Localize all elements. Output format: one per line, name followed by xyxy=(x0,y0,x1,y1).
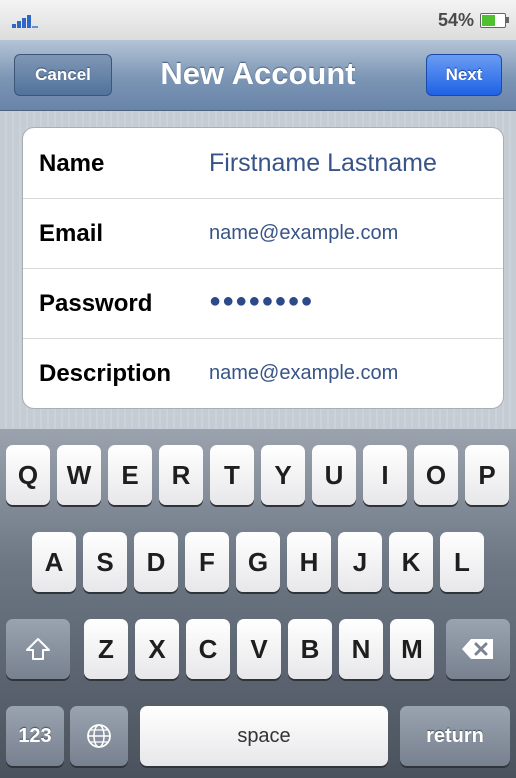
name-row[interactable]: Name Firstname Lastname xyxy=(23,128,503,199)
password-field[interactable]: ●●●●●●●● xyxy=(209,290,314,313)
key-o[interactable]: O xyxy=(414,445,458,505)
key-a[interactable]: A xyxy=(32,532,76,592)
key-h[interactable]: H xyxy=(287,532,331,592)
space-key[interactable]: space xyxy=(140,706,388,766)
status-bar: 54% xyxy=(0,0,516,40)
name-label: Name xyxy=(39,150,105,177)
key-k[interactable]: K xyxy=(389,532,433,592)
key-j[interactable]: J xyxy=(338,532,382,592)
key-v[interactable]: V xyxy=(237,619,281,679)
key-e[interactable]: E xyxy=(108,445,152,505)
key-x[interactable]: X xyxy=(135,619,179,679)
key-y[interactable]: Y xyxy=(261,445,305,505)
globe-icon xyxy=(87,724,111,748)
description-row[interactable]: Description name@example.com xyxy=(23,338,503,408)
key-d[interactable]: D xyxy=(134,532,178,592)
key-r[interactable]: R xyxy=(159,445,203,505)
key-u[interactable]: U xyxy=(312,445,356,505)
key-s[interactable]: S xyxy=(83,532,127,592)
key-i[interactable]: I xyxy=(363,445,407,505)
keyboard: Q W E R T Y U I O P A S D F G H J K L Z … xyxy=(0,429,516,778)
key-c[interactable]: C xyxy=(186,619,230,679)
key-g[interactable]: G xyxy=(236,532,280,592)
backspace-icon xyxy=(462,639,493,659)
globe-key[interactable] xyxy=(70,706,128,766)
email-field[interactable]: name@example.com xyxy=(209,222,398,245)
key-p[interactable]: P xyxy=(465,445,509,505)
key-w[interactable]: W xyxy=(57,445,101,505)
name-field[interactable]: Firstname Lastname xyxy=(209,149,437,178)
shift-icon xyxy=(26,638,50,660)
email-row[interactable]: Email name@example.com xyxy=(23,198,503,269)
key-z[interactable]: Z xyxy=(84,619,128,679)
return-key[interactable]: return xyxy=(400,706,510,766)
description-field[interactable]: name@example.com xyxy=(209,362,398,385)
signal-strength-icon xyxy=(12,14,40,28)
next-button[interactable]: Next xyxy=(426,54,502,96)
key-m[interactable]: M xyxy=(390,619,434,679)
shift-key[interactable] xyxy=(6,619,70,679)
key-f[interactable]: F xyxy=(185,532,229,592)
key-b[interactable]: B xyxy=(288,619,332,679)
backspace-key[interactable] xyxy=(446,619,510,679)
navigation-bar: Cancel New Account Next xyxy=(0,40,516,111)
key-q[interactable]: Q xyxy=(6,445,50,505)
password-label: Password xyxy=(39,290,153,317)
password-row[interactable]: Password ●●●●●●●● xyxy=(23,268,503,339)
form-background: Name Firstname Lastname Email name@examp… xyxy=(0,111,516,429)
battery-icon xyxy=(480,13,509,28)
numbers-key[interactable]: 123 xyxy=(6,706,64,766)
key-l[interactable]: L xyxy=(440,532,484,592)
account-form: Name Firstname Lastname Email name@examp… xyxy=(22,127,504,409)
key-n[interactable]: N xyxy=(339,619,383,679)
key-t[interactable]: T xyxy=(210,445,254,505)
description-label: Description xyxy=(39,360,172,387)
email-label: Email xyxy=(39,220,104,247)
battery-percentage: 54% xyxy=(437,10,474,30)
